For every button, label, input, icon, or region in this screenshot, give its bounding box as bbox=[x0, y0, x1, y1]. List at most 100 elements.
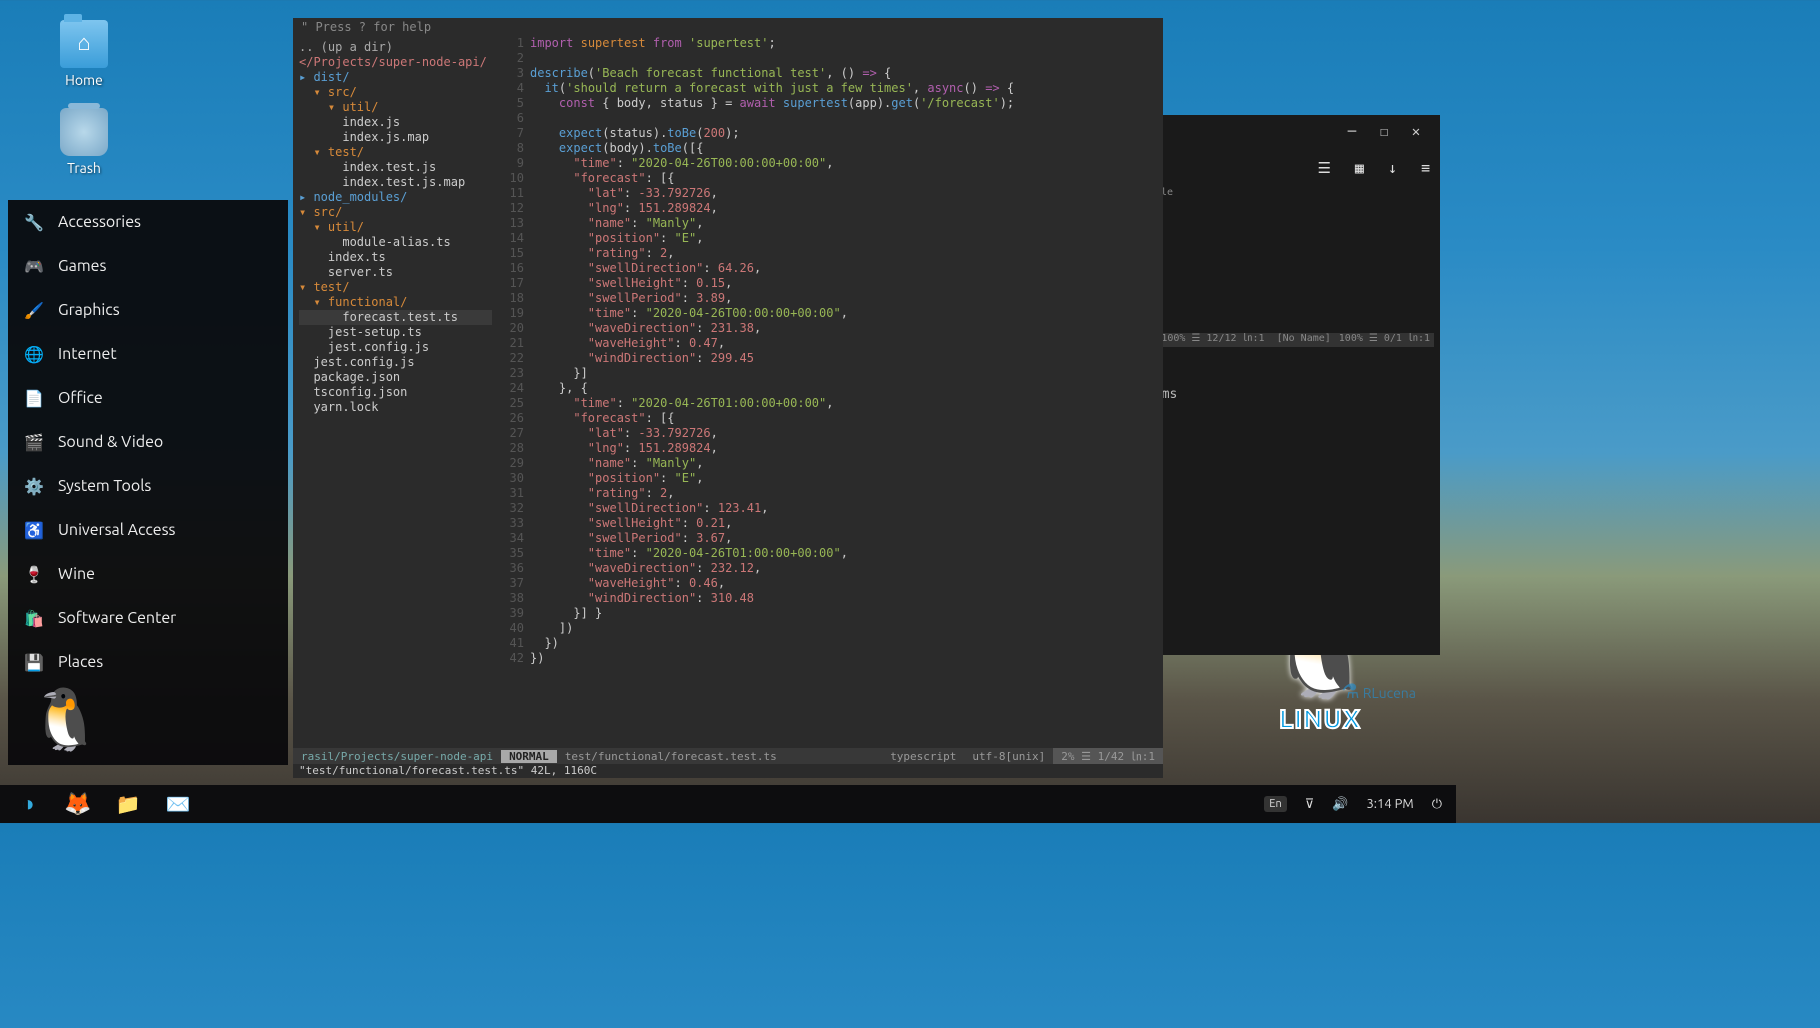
code-line[interactable]: "name": "Manly", bbox=[530, 456, 1163, 471]
mail-launcher[interactable]: ✉️ bbox=[154, 785, 202, 823]
code-line[interactable]: "time": "2020-04-26T00:00:00+00:00", bbox=[530, 156, 1163, 171]
hamburger-menu-icon[interactable]: ≡ bbox=[1421, 159, 1430, 177]
tree-root-path[interactable]: </Projects/super-node-api/ bbox=[299, 55, 492, 70]
download-icon[interactable]: ↓ bbox=[1388, 159, 1397, 177]
volume-icon[interactable]: 🔊 bbox=[1332, 797, 1348, 812]
menu-item-games[interactable]: 🎮Games bbox=[8, 244, 288, 288]
clock[interactable]: 3:14 PM bbox=[1366, 797, 1413, 811]
language-indicator[interactable]: En bbox=[1264, 796, 1286, 812]
code-line[interactable]: "forecast": [{ bbox=[530, 411, 1163, 426]
menu-item-wine[interactable]: 🍷Wine bbox=[8, 552, 288, 596]
tree-node[interactable]: jest.config.js bbox=[299, 355, 492, 370]
nerdtree-panel[interactable]: .. (up a dir) </Projects/super-node-api/… bbox=[293, 36, 498, 756]
code-line[interactable]: it('should return a forecast with just a… bbox=[530, 81, 1163, 96]
menu-item-office[interactable]: 📄Office bbox=[8, 376, 288, 420]
tree-node[interactable]: index.test.js bbox=[299, 160, 492, 175]
code-line[interactable]: "windDirection": 299.45 bbox=[530, 351, 1163, 366]
code-line[interactable]: expect(status).toBe(200); bbox=[530, 126, 1163, 141]
tree-node[interactable]: forecast.test.ts bbox=[299, 310, 492, 325]
tree-up-dir[interactable]: .. (up a dir) bbox=[299, 40, 492, 55]
code-line[interactable]: "name": "Manly", bbox=[530, 216, 1163, 231]
tree-node[interactable]: ▸ dist/ bbox=[299, 70, 492, 85]
code-pane[interactable]: 1234567891011121314151617181920212223242… bbox=[498, 36, 1163, 756]
code-line[interactable]: }, { bbox=[530, 381, 1163, 396]
tree-node[interactable]: jest-setup.ts bbox=[299, 325, 492, 340]
code-line[interactable]: }) bbox=[530, 651, 1163, 666]
tree-node[interactable]: ▾ test/ bbox=[299, 145, 492, 160]
menu-item-accessories[interactable]: 🔧Accessories bbox=[8, 200, 288, 244]
menu-item-graphics[interactable]: 🖌️Graphics bbox=[8, 288, 288, 332]
tree-node[interactable]: index.test.js.map bbox=[299, 175, 492, 190]
code-line[interactable]: "lat": -33.792726, bbox=[530, 186, 1163, 201]
code-line[interactable]: }) bbox=[530, 636, 1163, 651]
tree-node[interactable]: jest.config.js bbox=[299, 340, 492, 355]
maximize-button[interactable]: ☐ bbox=[1368, 124, 1400, 140]
trash-desktop-icon[interactable]: Trash bbox=[60, 108, 108, 176]
code-line[interactable]: "time": "2020-04-26T00:00:00+00:00", bbox=[530, 306, 1163, 321]
code-line[interactable]: "waveDirection": 231.38, bbox=[530, 321, 1163, 336]
code-line[interactable]: "swellDirection": 64.26, bbox=[530, 261, 1163, 276]
tree-node[interactable]: ▾ util/ bbox=[299, 220, 492, 235]
code-line[interactable]: "forecast": [{ bbox=[530, 171, 1163, 186]
tree-node[interactable]: index.js bbox=[299, 115, 492, 130]
code-line[interactable]: }] bbox=[530, 366, 1163, 381]
code-line[interactable]: "lng": 151.289824, bbox=[530, 441, 1163, 456]
wifi-icon[interactable]: ⊽ bbox=[1305, 797, 1315, 812]
minimize-button[interactable]: ─ bbox=[1336, 124, 1368, 140]
menu-item-internet[interactable]: 🌐Internet bbox=[8, 332, 288, 376]
code-line[interactable]: }] } bbox=[530, 606, 1163, 621]
list-view-icon[interactable]: ☰ bbox=[1317, 159, 1330, 177]
menu-item-universal-access[interactable]: ♿Universal Access bbox=[8, 508, 288, 552]
tree-node[interactable]: package.json bbox=[299, 370, 492, 385]
code-line[interactable]: "lat": -33.792726, bbox=[530, 426, 1163, 441]
code-line[interactable]: const { body, status } = await supertest… bbox=[530, 96, 1163, 111]
grid-view-icon[interactable]: ▦ bbox=[1355, 159, 1364, 177]
code-line[interactable]: "swellPeriod": 3.89, bbox=[530, 291, 1163, 306]
tree-node[interactable]: ▾ util/ bbox=[299, 100, 492, 115]
code-line[interactable]: "swellDirection": 123.41, bbox=[530, 501, 1163, 516]
menu-item-software-center[interactable]: 🛍️Software Center bbox=[8, 596, 288, 640]
code-line[interactable]: "position": "E", bbox=[530, 231, 1163, 246]
code-line[interactable] bbox=[530, 51, 1163, 66]
code-line[interactable]: "swellPeriod": 3.67, bbox=[530, 531, 1163, 546]
tree-node[interactable]: index.js.map bbox=[299, 130, 492, 145]
code-line[interactable]: "swellHeight": 0.15, bbox=[530, 276, 1163, 291]
power-icon[interactable]: ⏻ bbox=[1432, 797, 1442, 812]
tree-node[interactable]: ▾ src/ bbox=[299, 205, 492, 220]
code-line[interactable]: "lng": 151.289824, bbox=[530, 201, 1163, 216]
menu-item-places[interactable]: 💾Places bbox=[8, 640, 288, 684]
tree-node[interactable]: yarn.lock bbox=[299, 400, 492, 415]
code-line[interactable]: "rating": 2, bbox=[530, 486, 1163, 501]
tree-node[interactable]: ▾ src/ bbox=[299, 85, 492, 100]
code-line[interactable]: "time": "2020-04-26T01:00:00+00:00", bbox=[530, 546, 1163, 561]
tree-node[interactable]: ▾ test/ bbox=[299, 280, 492, 295]
code-line[interactable]: "waveHeight": 0.47, bbox=[530, 336, 1163, 351]
start-button[interactable]: ◑ bbox=[4, 785, 52, 823]
code-line[interactable]: "position": "E", bbox=[530, 471, 1163, 486]
code-line[interactable]: "time": "2020-04-26T01:00:00+00:00", bbox=[530, 396, 1163, 411]
code-line[interactable]: describe('Beach forecast functional test… bbox=[530, 66, 1163, 81]
code-line[interactable]: "waveDirection": 232.12, bbox=[530, 561, 1163, 576]
home-desktop-icon[interactable]: Home bbox=[60, 20, 108, 88]
tree-node[interactable]: ▾ functional/ bbox=[299, 295, 492, 310]
taskbar: ◑ 🦊 📁 ✉️ En ⊽ 🔊 3:14 PM ⏻ bbox=[0, 785, 1456, 823]
tree-node[interactable]: server.ts bbox=[299, 265, 492, 280]
tree-node[interactable]: index.ts bbox=[299, 250, 492, 265]
tree-node[interactable]: module-alias.ts bbox=[299, 235, 492, 250]
code-content[interactable]: import supertest from 'supertest'; descr… bbox=[530, 36, 1163, 756]
code-line[interactable]: "rating": 2, bbox=[530, 246, 1163, 261]
tree-node[interactable]: tsconfig.json bbox=[299, 385, 492, 400]
code-line[interactable]: import supertest from 'supertest'; bbox=[530, 36, 1163, 51]
code-line[interactable] bbox=[530, 111, 1163, 126]
code-line[interactable]: expect(body).toBe([{ bbox=[530, 141, 1163, 156]
firefox-launcher[interactable]: 🦊 bbox=[54, 785, 102, 823]
menu-item-system-tools[interactable]: ⚙️System Tools bbox=[8, 464, 288, 508]
code-line[interactable]: "windDirection": 310.48 bbox=[530, 591, 1163, 606]
menu-item-sound-video[interactable]: 🎬Sound & Video bbox=[8, 420, 288, 464]
code-line[interactable]: "swellHeight": 0.21, bbox=[530, 516, 1163, 531]
files-launcher[interactable]: 📁 bbox=[104, 785, 152, 823]
code-line[interactable]: ]) bbox=[530, 621, 1163, 636]
code-line[interactable]: "waveHeight": 0.46, bbox=[530, 576, 1163, 591]
close-button[interactable]: ✕ bbox=[1400, 124, 1432, 140]
tree-node[interactable]: ▸ node_modules/ bbox=[299, 190, 492, 205]
